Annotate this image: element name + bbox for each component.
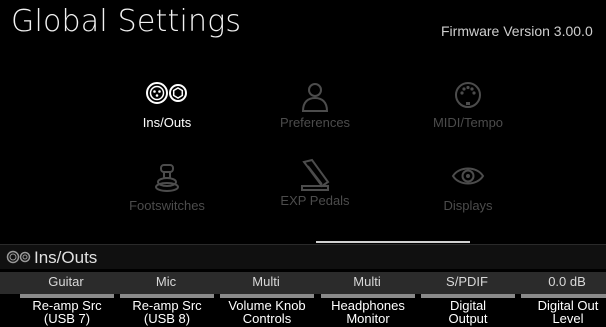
person-icon — [240, 80, 390, 114]
section-title: Ins/Outs — [34, 248, 98, 267]
knob-name-line1: Re-amp Src — [32, 298, 102, 313]
menu-ins-outs[interactable]: Ins/Outs — [92, 80, 242, 140]
menu-displays[interactable]: Displays — [393, 163, 543, 223]
param-value: Mic — [155, 274, 177, 289]
menu-label: Footswitches — [129, 198, 205, 213]
knob-name-line2: (USB 7) — [43, 311, 91, 326]
page-title: Global Settings — [11, 4, 242, 39]
page-indicator — [316, 241, 470, 243]
knob-name-line2: Output — [448, 311, 488, 326]
knob-name-line1: Headphones — [331, 298, 405, 313]
section-bar: Ins/Outs — [0, 244, 606, 269]
menu-exp-pedals[interactable]: EXP Pedals — [240, 158, 390, 218]
param-value: Guitar — [48, 274, 84, 289]
menu-midi-tempo[interactable]: MIDI/Tempo — [393, 80, 543, 140]
ins-outs-icon — [6, 250, 32, 269]
knob-digital-output[interactable]: Digital Output — [419, 294, 517, 327]
knob-name-line1: Digital Out — [537, 298, 599, 313]
knob-name-line2: Level — [552, 311, 584, 326]
menu-label: EXP Pedals — [280, 193, 350, 208]
header: Global Settings Firmware Version 3.00.0 — [0, 0, 606, 44]
menu-label: MIDI/Tempo — [432, 115, 504, 130]
footswitch-icon — [92, 163, 242, 197]
knob-volume-knob-controls[interactable]: Volume Knob Controls — [218, 294, 316, 327]
knob-name-line1: Volume Knob — [228, 298, 306, 313]
knob-name-line2: (USB 8) — [143, 311, 191, 326]
param-values-row: Guitar Mic Multi Multi S/PDIF 0.0 dB — [0, 272, 606, 294]
knob-name-line2: Monitor — [346, 311, 390, 326]
exp-pedal-icon — [240, 158, 390, 192]
param-value: 0.0 dB — [548, 274, 586, 289]
knob-labels-row: Re-amp Src (USB 7) Re-amp Src (USB 8) Vo… — [0, 294, 606, 327]
firmware-version: Firmware Version 3.00.0 — [441, 23, 593, 39]
param-value: Multi — [353, 274, 381, 289]
knob-name-line1: Digital — [449, 298, 487, 313]
ins-outs-icon — [92, 80, 242, 114]
menu-preferences[interactable]: Preferences — [240, 80, 390, 140]
eye-icon — [393, 163, 543, 197]
param-value: S/PDIF — [446, 274, 488, 289]
knob-headphones-monitor[interactable]: Headphones Monitor — [319, 294, 417, 327]
knob-reamp-src-usb8[interactable]: Re-amp Src (USB 8) — [118, 294, 216, 327]
menu-label: Ins/Outs — [142, 115, 192, 130]
menu-label: Preferences — [279, 115, 351, 130]
knob-name-line2: Controls — [242, 311, 292, 326]
knob-digital-out-level[interactable]: Digital Out Level — [519, 294, 606, 327]
menu-footswitches[interactable]: Footswitches — [92, 163, 242, 223]
midi-icon — [393, 80, 543, 114]
knob-reamp-src-usb7[interactable]: Re-amp Src (USB 7) — [18, 294, 116, 327]
param-value: Multi — [252, 274, 280, 289]
menu-label: Displays — [443, 198, 493, 213]
knob-name-line1: Re-amp Src — [132, 298, 202, 313]
